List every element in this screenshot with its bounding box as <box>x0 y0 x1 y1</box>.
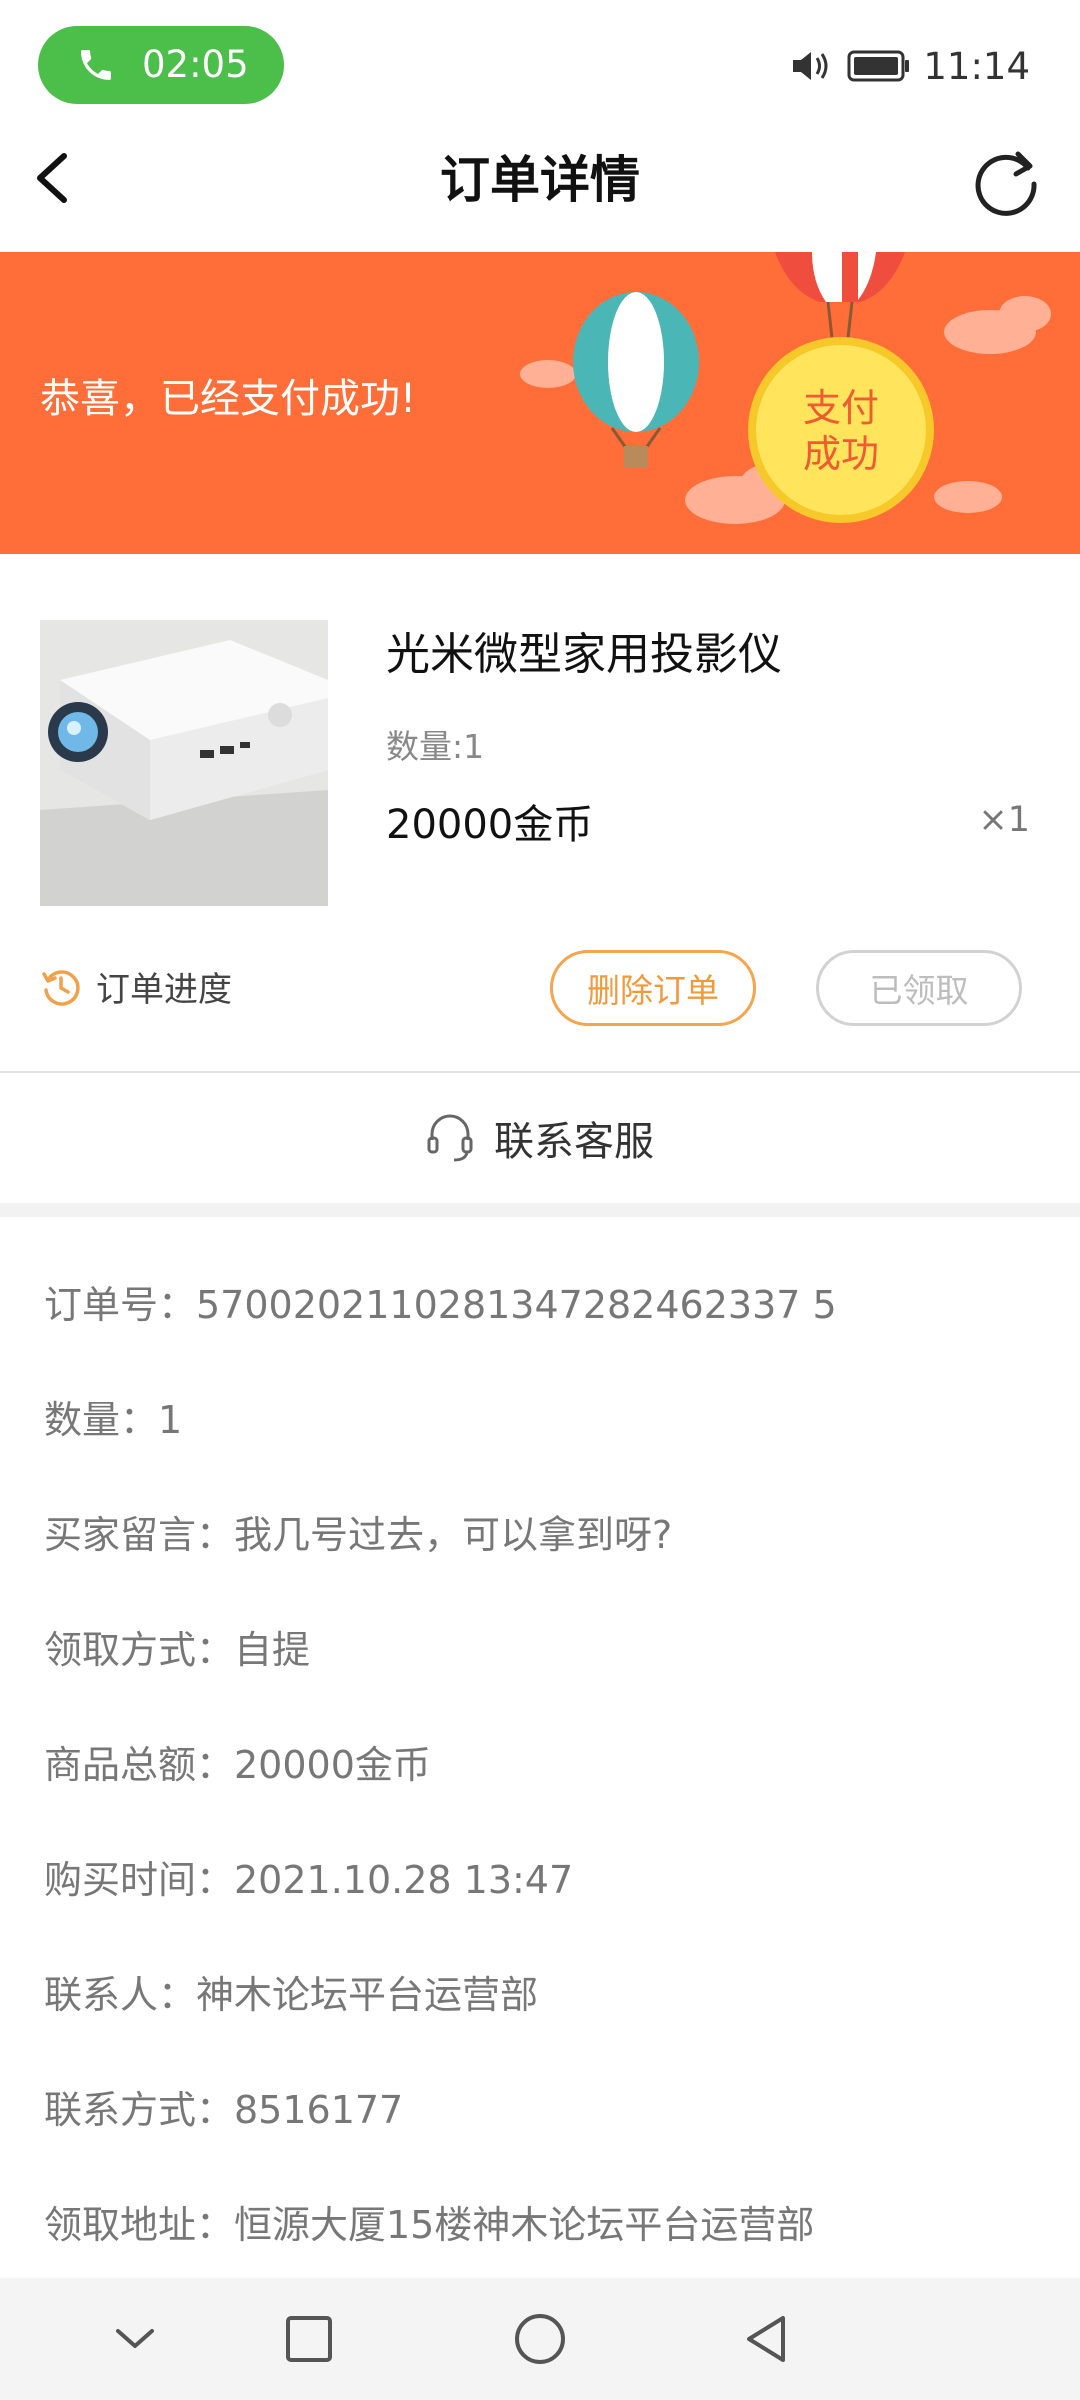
purchase-time: 购买时间：2021.10.28 13:47 <box>44 1858 574 1902</box>
payment-success-banner: 恭喜，已经支付成功! 支付 成功 <box>0 252 1080 554</box>
nav-collapse-button[interactable] <box>102 2306 168 2372</box>
contact-phone: 联系方式：8516177 <box>44 2088 404 2132</box>
product-quantity: 数量:1 <box>386 727 485 766</box>
claimed-status-button[interactable]: 已领取 <box>816 950 1022 1026</box>
order-number: 订单号：5700202110281347282462337 5 <box>44 1283 837 1327</box>
product-multiplier: ×1 <box>978 800 1030 840</box>
call-timer: 02:05 <box>142 43 249 86</box>
chevron-down-icon <box>116 2329 154 2348</box>
triangle-back-icon <box>747 2316 785 2362</box>
badge-line-1: 支付 <box>802 386 879 430</box>
headset-icon <box>427 1114 473 1162</box>
pickup-address: 领取地址：恒源大厦15楼神木论坛平台运营部 <box>44 2203 815 2247</box>
history-clock-icon <box>42 969 80 1006</box>
nav-recents-button[interactable] <box>276 2306 342 2372</box>
refresh-icon <box>975 151 1037 216</box>
order-total: 商品总额：20000金币 <box>44 1743 431 1787</box>
page-title: 订单详情 <box>440 151 640 209</box>
payment-success-badge: 支付 成功 <box>748 337 934 523</box>
refresh-button[interactable] <box>968 144 1044 220</box>
clock: 11:14 <box>923 44 1030 88</box>
battery-icon <box>847 50 910 82</box>
delete-order-button[interactable]: 删除订单 <box>550 950 756 1026</box>
pickup-method: 领取方式：自提 <box>44 1628 311 1672</box>
section-separator <box>0 1203 1080 1217</box>
badge-line-2: 成功 <box>802 432 879 476</box>
projector-image <box>40 620 328 906</box>
order-progress-label: 订单进度 <box>96 970 232 1010</box>
vibrate-icon <box>793 52 828 80</box>
active-call-pill[interactable]: 02:05 <box>38 26 284 104</box>
product-price: 20000金币 <box>386 802 594 848</box>
nav-home-button[interactable] <box>507 2306 573 2372</box>
contact-service-label: 联系客服 <box>494 1119 654 1165</box>
contact-person: 联系人：神木论坛平台运营部 <box>44 1973 539 2017</box>
buyer-message: 买家留言：我几号过去，可以拿到呀? <box>44 1513 673 1557</box>
circle-icon <box>515 2314 565 2364</box>
order-progress-link[interactable]: 订单进度 <box>40 962 232 1011</box>
square-icon <box>286 2316 332 2362</box>
phone-icon <box>81 50 111 80</box>
product-image[interactable] <box>40 620 328 906</box>
order-quantity: 数量：1 <box>44 1398 183 1442</box>
contact-service-button[interactable]: 联系客服 <box>0 1073 1080 1203</box>
status-icons: 11:14 <box>789 38 1030 94</box>
nav-back-button[interactable] <box>735 2306 801 2372</box>
system-navigation-bar <box>0 2278 1080 2400</box>
product-name: 光米微型家用投影仪 <box>386 629 782 680</box>
